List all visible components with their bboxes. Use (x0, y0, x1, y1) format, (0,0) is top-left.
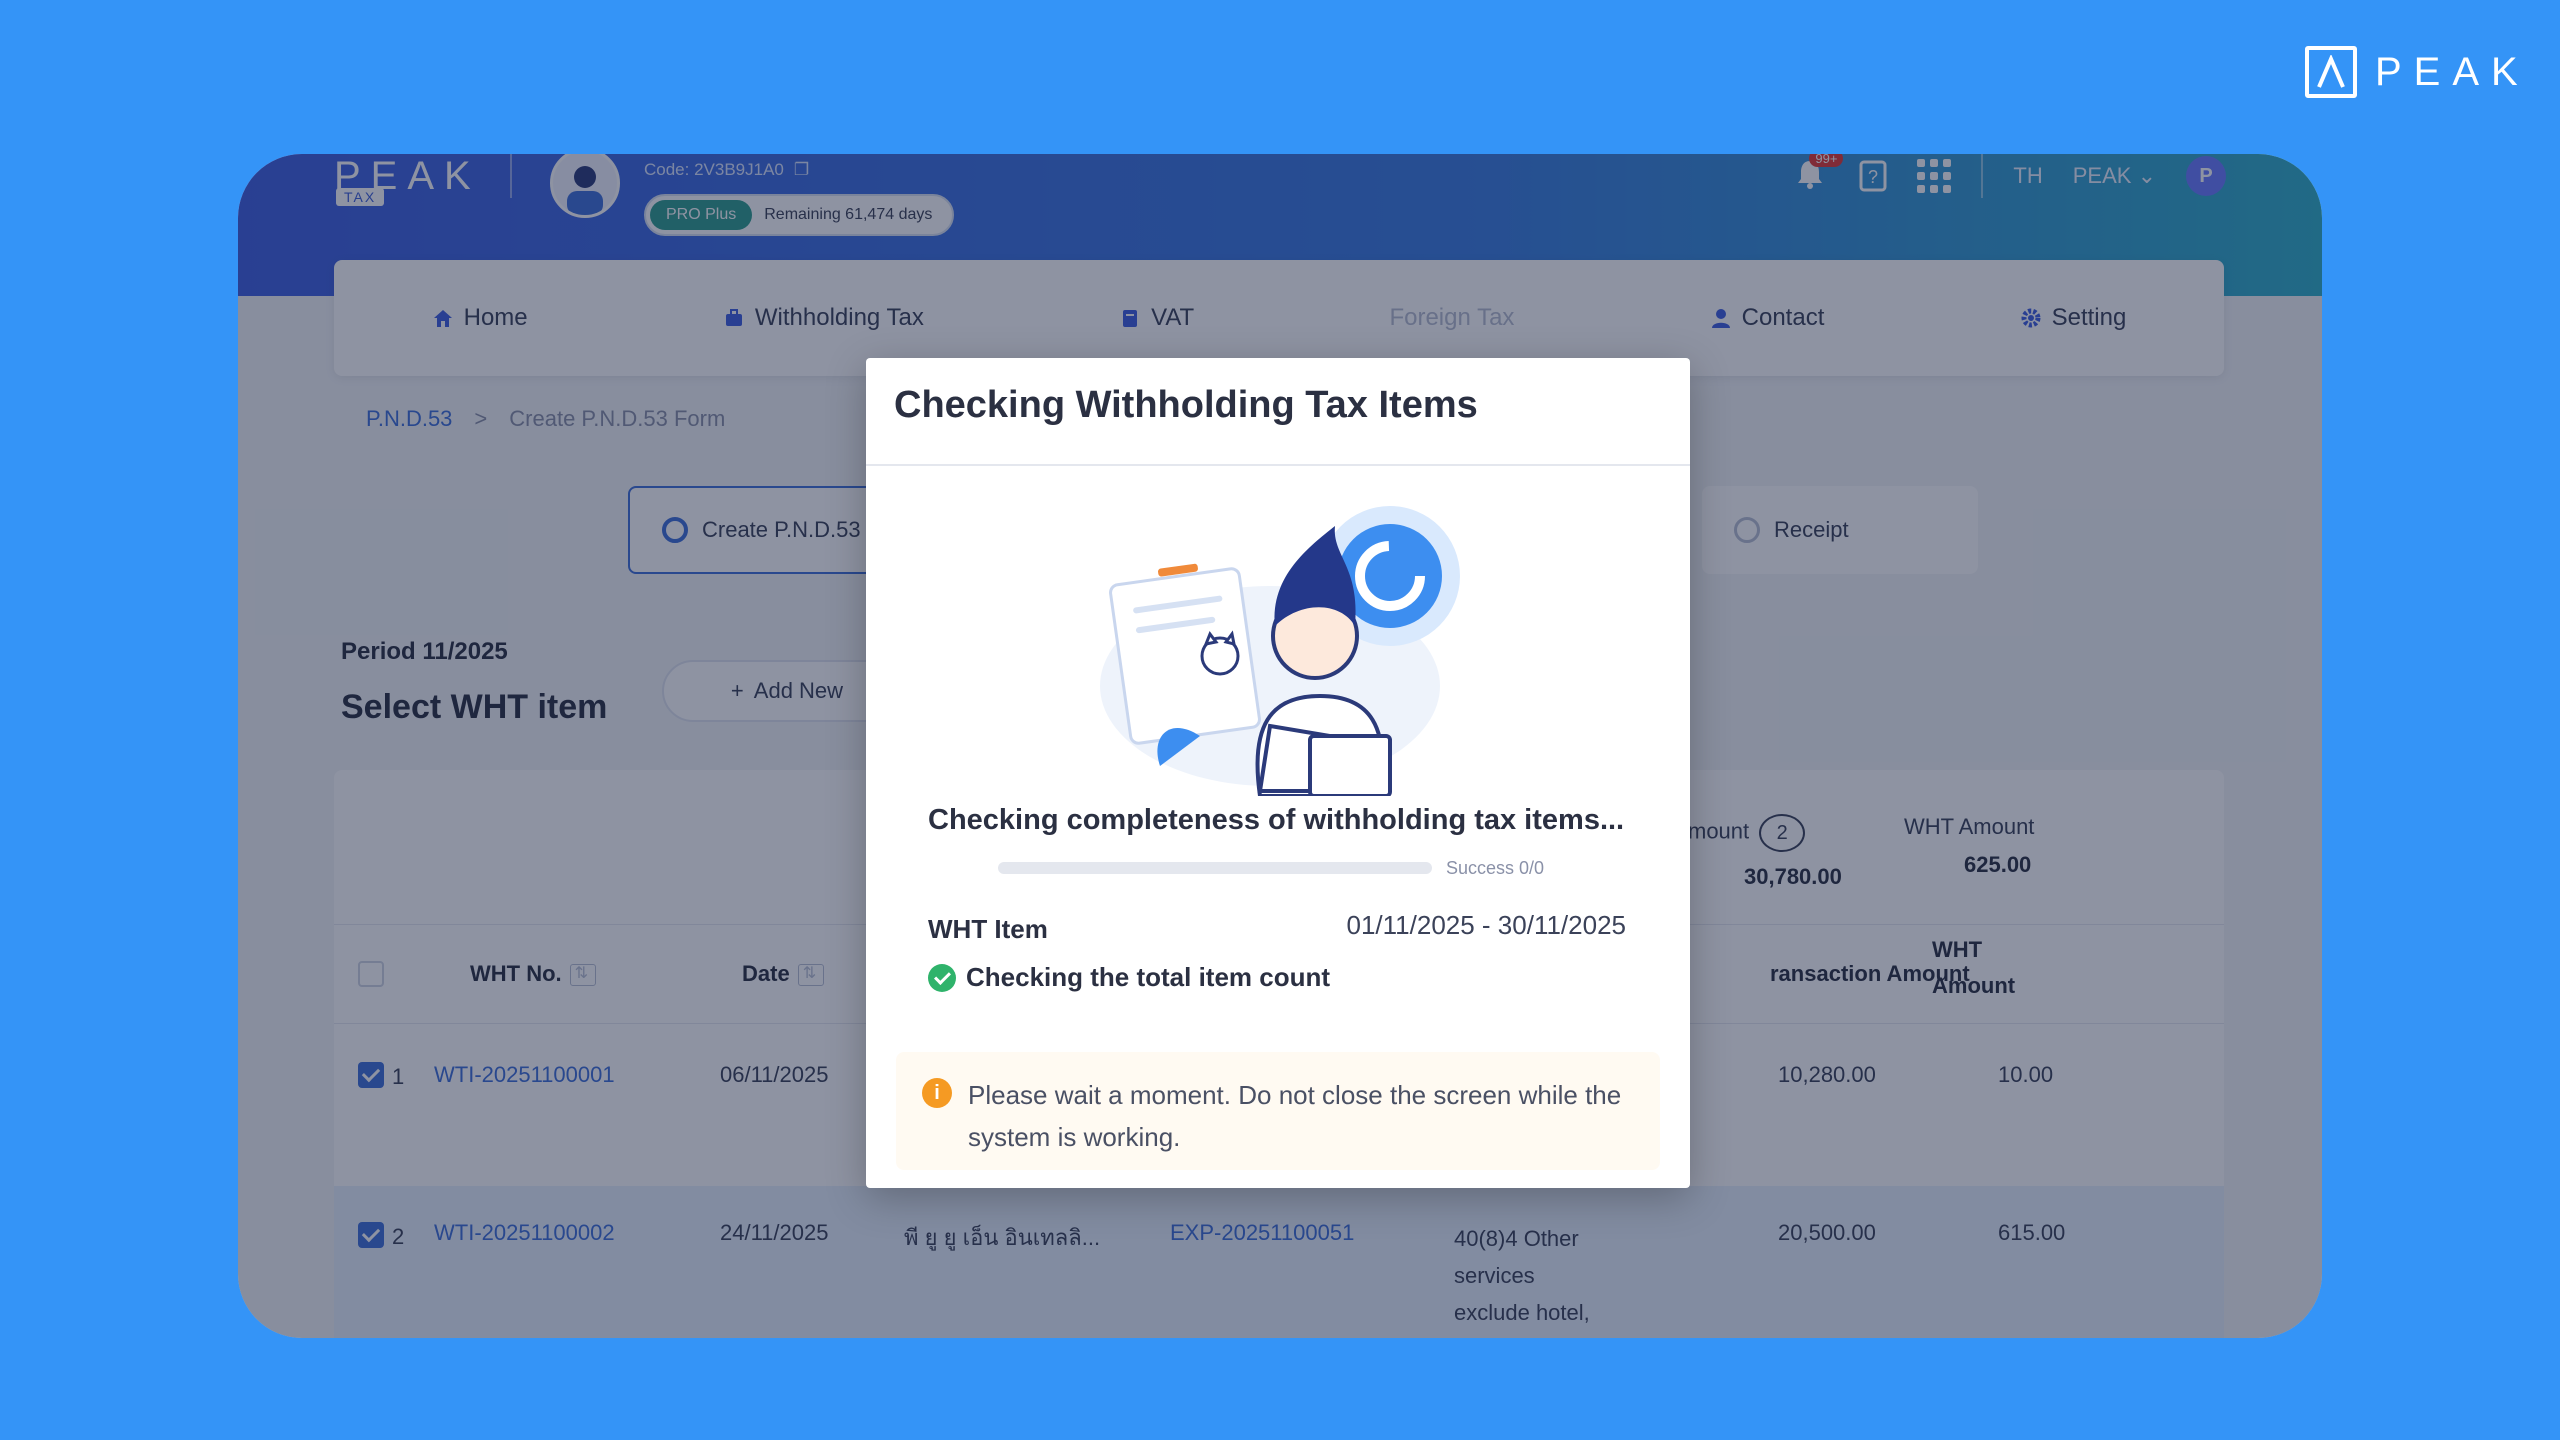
check-status-row: Checking the total item count (928, 962, 1330, 993)
modal-title: Checking Withholding Tax Items (894, 384, 1478, 426)
peak-brand-logo: PEAK (2305, 46, 2530, 98)
brand-text: PEAK (2375, 49, 2530, 94)
checking-modal: Checking Withholding Tax Items Checking … (866, 358, 1690, 1188)
wait-notice-text: Please wait a moment. Do not close the s… (968, 1080, 1622, 1152)
progress-bar (998, 862, 1432, 874)
progress-label: Success 0/0 (1446, 858, 1545, 878)
modal-divider (866, 464, 1690, 466)
checking-illustration-icon (1100, 506, 1460, 796)
check-circle-icon (928, 963, 956, 992)
info-icon: i (922, 1078, 952, 1108)
peak-logo-icon (2305, 46, 2357, 98)
check-status-text: Checking the total item count (966, 962, 1331, 992)
wait-notice: i Please wait a moment. Do not close the… (896, 1052, 1660, 1170)
wht-item-range: 01/11/2025 - 30/11/2025 (1346, 910, 1627, 940)
checking-message: Checking completeness of withholding tax… (928, 804, 1625, 836)
wht-item-label: WHT Item (928, 914, 1048, 944)
